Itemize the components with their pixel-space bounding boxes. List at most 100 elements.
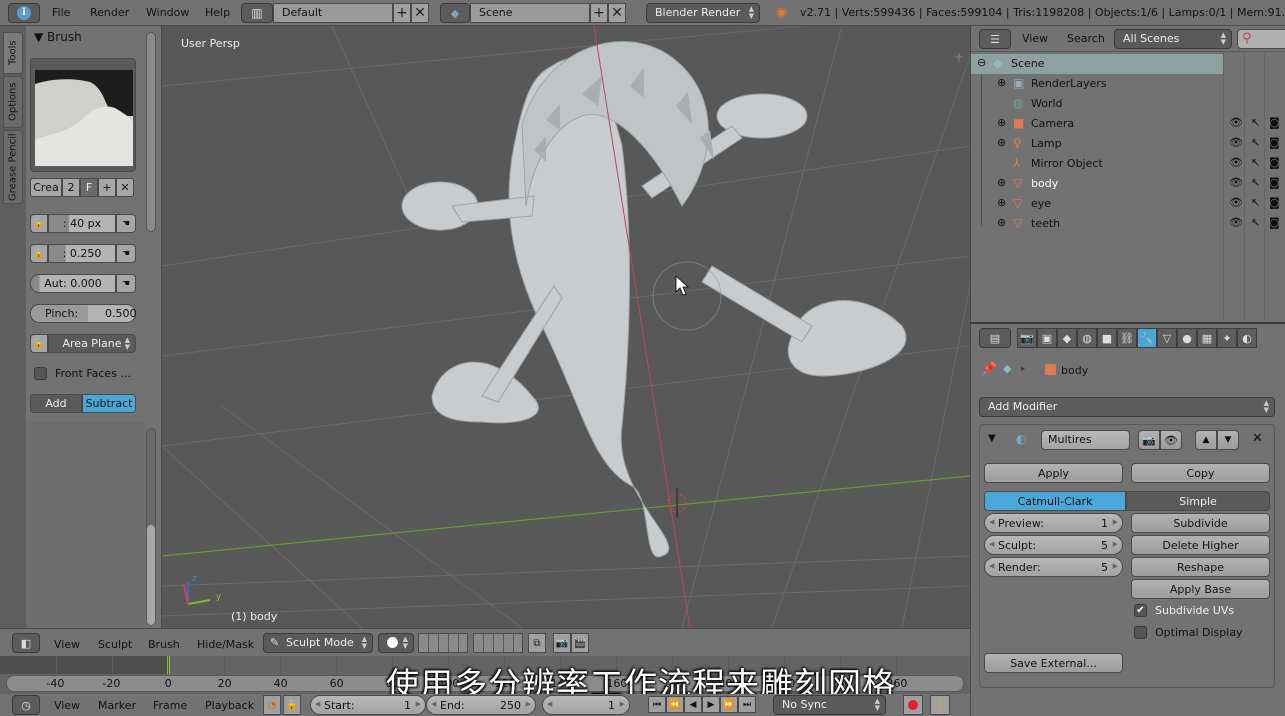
end-frame-field[interactable]: ◀ End: 250 ▶ — [426, 695, 536, 715]
properties-region-toggle[interactable]: + — [954, 50, 964, 64]
current-frame-field[interactable]: ◀ 1 ▶ — [542, 695, 630, 715]
outliner-item-world[interactable]: ◍ World — [971, 94, 1285, 114]
eye-icon[interactable]: 👁 — [1229, 136, 1243, 149]
editor-type-info-button[interactable]: i — [8, 3, 40, 23]
front-faces-option[interactable]: Front Faces ... — [34, 367, 131, 380]
collapse-triangle-icon[interactable]: ▼ — [988, 433, 996, 444]
outliner-item-scene[interactable]: ⊖ ◆ Scene — [971, 54, 1223, 74]
auto-keying-button[interactable] — [903, 695, 923, 715]
screen-layout-field[interactable]: Default — [273, 3, 393, 23]
apply-button[interactable]: Apply — [984, 463, 1123, 483]
tool-shelf-lower-scrollbar[interactable] — [147, 525, 155, 625]
menu-render[interactable]: Render — [90, 6, 129, 19]
lock-time-toggle[interactable]: 🔒 — [283, 695, 301, 715]
editor-type-outliner-button[interactable]: ☰ — [979, 29, 1011, 49]
expand-icon[interactable]: ⊕ — [997, 176, 1006, 189]
radius-slider[interactable]: : 40 px — [48, 214, 116, 233]
cursor-select-icon[interactable]: ↖ — [1251, 116, 1260, 129]
render-levels-slider[interactable]: ◀ Render: 5 ▶ — [984, 557, 1123, 577]
render-camera-icon[interactable]: ◙ — [1269, 156, 1280, 169]
editor-type-properties-button[interactable]: ▤ — [979, 328, 1011, 348]
tab-material[interactable]: ● — [1177, 328, 1197, 348]
menu-window[interactable]: Window — [146, 6, 189, 19]
brush-preview[interactable] — [30, 58, 136, 172]
pin-icon[interactable]: 📌 — [981, 362, 997, 377]
tab-texture[interactable]: ▦ — [1197, 328, 1217, 348]
layer-buttons-group-1[interactable] — [418, 633, 468, 653]
expand-icon[interactable]: ⊕ — [997, 216, 1006, 229]
tab-scene[interactable]: ◆ — [1057, 328, 1077, 348]
expand-icon[interactable]: ⊕ — [997, 76, 1006, 89]
editor-type-3d-view-button[interactable]: ◧ — [12, 633, 40, 653]
menu-hide-mask[interactable]: Hide/Mask — [197, 638, 254, 651]
outliner-item-renderlayers[interactable]: ⊕ ▣ RenderLayers — [971, 74, 1285, 94]
strength-slider[interactable]: : 0.250 — [48, 244, 116, 263]
apply-base-button[interactable]: Apply Base — [1131, 579, 1270, 599]
preview-levels-slider[interactable]: ◀ Preview: 1 ▶ — [984, 513, 1123, 533]
outliner-display-mode-dropdown[interactable]: All Scenes ▲ ▼ — [1114, 29, 1232, 49]
cursor-select-icon[interactable]: ↖ — [1251, 216, 1260, 229]
delete-higher-button[interactable]: Delete Higher — [1131, 535, 1270, 555]
reshape-button[interactable]: Reshape — [1131, 557, 1270, 577]
tab-render[interactable]: 📷 — [1017, 328, 1037, 348]
preview-range-toggle[interactable]: ◔ — [263, 695, 281, 715]
eye-icon[interactable]: 👁 — [1229, 176, 1243, 189]
tab-physics[interactable]: ◐ — [1237, 328, 1257, 348]
brush-panel-header[interactable]: ▼ Brush — [34, 30, 82, 44]
cursor-select-icon[interactable]: ↖ — [1251, 136, 1260, 149]
tab-constraints[interactable]: ⛓ — [1117, 328, 1137, 348]
simple-button[interactable]: Simple — [1126, 491, 1270, 511]
add-layout-button[interactable]: + — [393, 3, 411, 23]
fake-user-button[interactable]: F — [80, 178, 98, 197]
render-toggle-button[interactable]: 📷 — [1138, 430, 1160, 450]
viewport-toggle-button[interactable]: 👁 — [1160, 430, 1182, 450]
jump-to-start-button[interactable]: ⏮ — [648, 696, 666, 713]
subdivide-button[interactable]: Subdivide — [1131, 513, 1270, 533]
opengl-render-animation-button[interactable]: 🎬 — [571, 633, 589, 653]
outliner-item-teeth[interactable]: ⊕ ▽ teeth 👁 ↖ ◙ — [971, 214, 1285, 234]
timeline-menu-frame[interactable]: Frame — [153, 699, 187, 712]
menu-help[interactable]: Help — [205, 6, 230, 19]
tab-modifiers[interactable]: 🔧 — [1137, 328, 1157, 348]
jump-to-keyframe-forward-button[interactable]: ⏩ — [720, 696, 738, 713]
tab-world[interactable]: ◍ — [1077, 328, 1097, 348]
tab-grease-pencil[interactable]: Grease Pencil — [3, 130, 23, 204]
timeline-menu-playback[interactable]: Playback — [205, 699, 254, 712]
render-engine-dropdown[interactable]: Blender Render ▲ ▼ — [646, 3, 760, 23]
autosmooth-pressure-toggle[interactable]: ☚ — [116, 274, 136, 293]
optimal-display-checkbox[interactable] — [1134, 626, 1147, 639]
outliner-menu-view[interactable]: View — [1022, 32, 1048, 45]
outliner-menu-search[interactable]: Search — [1067, 32, 1105, 45]
tab-particles[interactable]: ✦ — [1217, 328, 1237, 348]
outliner-item-eye[interactable]: ⊕ ▽ eye 👁 ↖ ◙ — [971, 194, 1285, 214]
start-frame-field[interactable]: ◀ Start: 1 ▶ — [310, 695, 426, 715]
play-button[interactable]: ▶ — [702, 696, 720, 713]
outliner-item-lamp[interactable]: ⊕ ♀ Lamp 👁 ↖ ◙ — [971, 134, 1285, 154]
direction-subtract-button[interactable]: Subtract — [82, 394, 136, 413]
strength-unified-toggle[interactable]: 🔒 — [30, 244, 48, 263]
keying-set-button[interactable]: ⚷ — [930, 695, 950, 715]
tab-data[interactable]: ▽ — [1157, 328, 1177, 348]
front-faces-checkbox[interactable] — [34, 367, 47, 380]
timeline-menu-marker[interactable]: Marker — [98, 699, 136, 712]
eye-icon[interactable]: 👁 — [1229, 196, 1243, 209]
sculpt-plane-dropdown[interactable]: Area Plane ▲ ▼ — [48, 334, 136, 353]
outliner-item-camera[interactable]: ⊕ ■ Camera 👁 ↖ ◙ — [971, 114, 1285, 134]
expand-icon[interactable]: ⊕ — [997, 196, 1006, 209]
add-modifier-dropdown[interactable]: Add Modifier ▲ ▼ — [979, 397, 1275, 417]
jump-to-keyframe-back-button[interactable]: ⏪ — [666, 696, 684, 713]
strength-pressure-toggle[interactable]: ☚ — [116, 244, 136, 263]
remove-layout-button[interactable]: ✕ — [411, 3, 429, 23]
tab-object[interactable]: ■ — [1097, 328, 1117, 348]
radius-unit-toggle[interactable]: 🔓 — [30, 214, 48, 233]
catmull-clark-button[interactable]: Catmull-Clark — [984, 491, 1126, 511]
unlink-brush-button[interactable]: ✕ — [116, 178, 134, 197]
radius-pressure-toggle[interactable]: ☚ — [116, 214, 136, 233]
outliner-item-body[interactable]: ⊕ ▽ body 👁 ↖ ◙ — [971, 174, 1285, 194]
viewport-shading-dropdown[interactable]: ▲ ▼ — [378, 633, 414, 653]
eye-icon[interactable]: 👁 — [1229, 216, 1243, 229]
modifier-name-field[interactable]: Multires — [1041, 430, 1130, 450]
interaction-mode-dropdown[interactable]: ✎ Sculpt Mode ▲ ▼ — [263, 633, 373, 653]
menu-view[interactable]: View — [54, 638, 80, 651]
cursor-select-icon[interactable]: ↖ — [1251, 176, 1260, 189]
